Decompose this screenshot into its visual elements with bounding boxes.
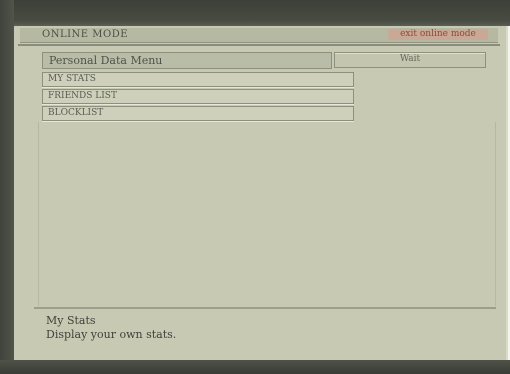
menu-item-label: BLOCKLIST: [48, 108, 104, 118]
help-title: My Stats: [46, 314, 96, 327]
header-divider: [18, 44, 500, 46]
help-description: Display your own stats.: [46, 328, 177, 341]
menu-title-box: Personal Data Menu: [42, 52, 332, 69]
online-menu-panel: ONLINE MODE exit online mode Personal Da…: [14, 26, 508, 360]
bottom-bezel: [0, 360, 510, 374]
menu-item-my-stats[interactable]: MY STATS: [42, 72, 354, 87]
mode-title: ONLINE MODE: [42, 29, 129, 40]
menu-item-label: FRIENDS LIST: [48, 91, 117, 101]
menu-item-friends-list[interactable]: FRIENDS LIST: [42, 89, 354, 104]
content-area: [38, 122, 496, 306]
menu-item-label: MY STATS: [48, 74, 96, 84]
menu-item-blocklist[interactable]: BLOCKLIST: [42, 106, 354, 121]
help-box: My Stats Display your own stats.: [40, 314, 492, 350]
tv-screen: ONLINE MODE exit online mode Personal Da…: [0, 0, 510, 374]
left-bezel: [0, 0, 14, 374]
exit-online-button[interactable]: exit online mode: [388, 29, 488, 40]
top-bezel: [0, 0, 510, 26]
header-bar: ONLINE MODE exit online mode: [20, 28, 498, 43]
menu-title: Personal Data Menu: [49, 54, 163, 67]
status-indicator: Wait: [334, 52, 486, 68]
help-divider: [34, 307, 496, 309]
status-text: Wait: [399, 54, 421, 64]
menu-list: MY STATS FRIENDS LIST BLOCKLIST: [42, 72, 354, 123]
